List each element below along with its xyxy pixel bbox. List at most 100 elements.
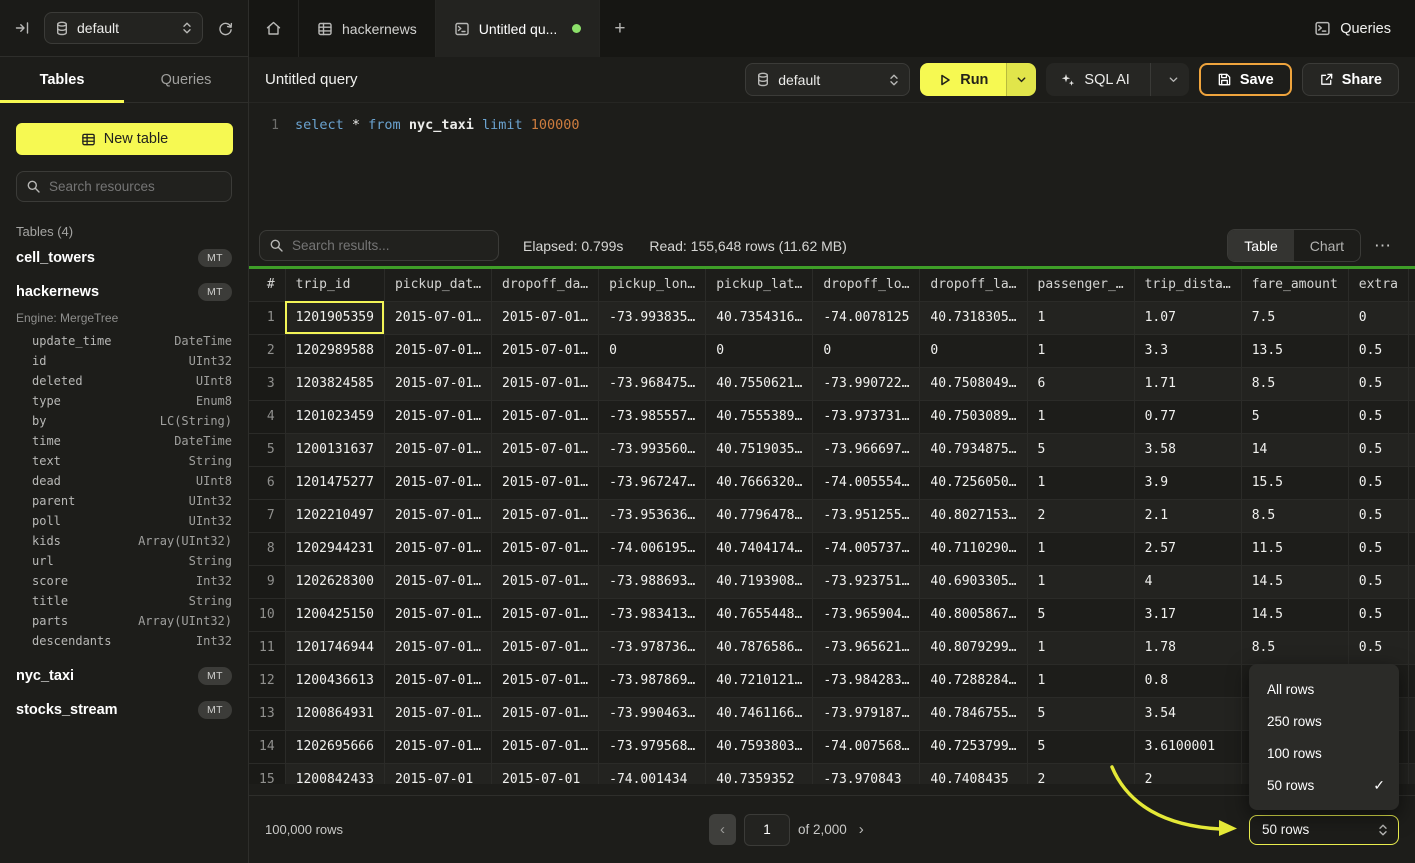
table-cell[interactable]: 2015-07-01…: [384, 334, 491, 367]
table-cell[interactable]: 2015-07-01…: [384, 565, 491, 598]
more-options-button[interactable]: ⋯: [1367, 236, 1399, 256]
table-cell[interactable]: -74.0078125: [813, 301, 920, 334]
table-cell[interactable]: -73.993835…: [599, 301, 706, 334]
table-cell[interactable]: -73.973731…: [813, 400, 920, 433]
column-header[interactable]: dropoff_la…: [920, 269, 1027, 301]
table-cell[interactable]: 14.5: [1241, 565, 1348, 598]
table-cell[interactable]: 3.54: [1134, 697, 1241, 730]
table-cell[interactable]: -74.005554…: [813, 466, 920, 499]
table-cell[interactable]: 2015-07-01…: [492, 433, 599, 466]
table-cell[interactable]: 2015-07-01…: [384, 697, 491, 730]
table-cell[interactable]: 5: [1027, 433, 1134, 466]
table-cell[interactable]: 1: [1027, 664, 1134, 697]
sql-ai-button[interactable]: SQL AI: [1046, 63, 1188, 96]
save-button[interactable]: Save: [1199, 63, 1292, 96]
table-cell[interactable]: -73.953636…: [599, 499, 706, 532]
table-cell[interactable]: 2015-07-01…: [492, 499, 599, 532]
table-cell[interactable]: -73.970843: [813, 763, 920, 784]
table-cell[interactable]: 1: [1027, 334, 1134, 367]
table-cell[interactable]: 2015-07-01…: [492, 466, 599, 499]
table-cell[interactable]: 1202989588: [285, 334, 384, 367]
sidebar-tab-queries[interactable]: Queries: [124, 57, 248, 102]
sidebar-table-cell-towers[interactable]: cell_towers MT: [16, 241, 232, 275]
table-cell[interactable]: 1202944231: [285, 532, 384, 565]
table-cell[interactable]: 0: [920, 334, 1027, 367]
table-cell[interactable]: 1: [1408, 334, 1415, 367]
table-cell[interactable]: 1: [1408, 367, 1415, 400]
table-cell[interactable]: [1408, 763, 1415, 784]
table-cell[interactable]: -73.967247…: [599, 466, 706, 499]
column-header[interactable]: #: [249, 269, 285, 301]
table-cell[interactable]: 0: [1408, 499, 1415, 532]
table-cell[interactable]: 0.5: [1348, 499, 1408, 532]
table-cell[interactable]: 40.7519035…: [706, 433, 813, 466]
table-cell[interactable]: -73.951255…: [813, 499, 920, 532]
table-cell[interactable]: 1: [1027, 565, 1134, 598]
run-options-button[interactable]: [1006, 63, 1036, 96]
table-cell[interactable]: 40.7593803…: [706, 730, 813, 763]
table-cell[interactable]: 0: [1408, 466, 1415, 499]
table-cell[interactable]: 2015-07-01…: [384, 400, 491, 433]
table-cell[interactable]: [1408, 664, 1415, 697]
table-cell[interactable]: 2.1: [1134, 499, 1241, 532]
table-cell[interactable]: 40.7555389…: [706, 400, 813, 433]
table-cell[interactable]: 0.5: [1348, 466, 1408, 499]
column-header[interactable]: dropoff_da…: [492, 269, 599, 301]
column-header[interactable]: pickup_lon…: [599, 269, 706, 301]
column-header[interactable]: pickup_lat…: [706, 269, 813, 301]
tab-home[interactable]: [249, 0, 299, 57]
page-number-input[interactable]: [744, 814, 790, 846]
page-size-option[interactable]: 100 rows: [1249, 737, 1399, 769]
table-cell[interactable]: 0.5: [1348, 334, 1408, 367]
table-cell[interactable]: 0: [1408, 433, 1415, 466]
table-cell[interactable]: 0.77: [1134, 400, 1241, 433]
sidebar-tab-tables[interactable]: Tables: [0, 57, 124, 102]
table-cell[interactable]: 13.5: [1241, 334, 1348, 367]
table-cell[interactable]: 40.7318305…: [920, 301, 1027, 334]
table-cell[interactable]: 2015-07-01…: [384, 499, 491, 532]
queries-button[interactable]: Queries: [1314, 20, 1391, 37]
table-cell[interactable]: -73.979568…: [599, 730, 706, 763]
table-cell[interactable]: -73.993560…: [599, 433, 706, 466]
table-cell[interactable]: -73.978736…: [599, 631, 706, 664]
table-cell[interactable]: 0: [599, 334, 706, 367]
table-cell[interactable]: 0: [1348, 301, 1408, 334]
table-cell[interactable]: 1201475277: [285, 466, 384, 499]
page-size-option[interactable]: All rows: [1249, 673, 1399, 705]
table-cell[interactable]: 40.7655448…: [706, 598, 813, 631]
column-header[interactable]: t: [1408, 269, 1415, 301]
table-cell[interactable]: 2: [1134, 763, 1241, 784]
table-cell[interactable]: 2015-07-01…: [492, 598, 599, 631]
table-cell[interactable]: -73.965621…: [813, 631, 920, 664]
table-cell[interactable]: 3: [1408, 598, 1415, 631]
table-cell[interactable]: 40.7110290…: [920, 532, 1027, 565]
table-cell[interactable]: 2015-07-01…: [384, 730, 491, 763]
table-cell[interactable]: -73.968475…: [599, 367, 706, 400]
table-cell[interactable]: 2015-07-01…: [384, 301, 491, 334]
table-cell[interactable]: -74.001434: [599, 763, 706, 784]
table-cell[interactable]: 40.8005867…: [920, 598, 1027, 631]
table-cell[interactable]: 0.5: [1348, 367, 1408, 400]
table-cell[interactable]: -73.966697…: [813, 433, 920, 466]
table-cell[interactable]: -73.984283…: [813, 664, 920, 697]
table-cell[interactable]: 1202210497: [285, 499, 384, 532]
table-cell[interactable]: 0.5: [1348, 631, 1408, 664]
table-cell[interactable]: 0.5: [1348, 532, 1408, 565]
table-cell[interactable]: 1200425150: [285, 598, 384, 631]
column-header[interactable]: dropoff_lo…: [813, 269, 920, 301]
share-button[interactable]: Share: [1302, 63, 1399, 96]
table-cell[interactable]: -74.005737…: [813, 532, 920, 565]
table-cell[interactable]: 2015-07-01…: [384, 664, 491, 697]
table-cell[interactable]: 0: [813, 334, 920, 367]
table-cell[interactable]: 2015-07-01: [384, 763, 491, 784]
tab-untitled-query[interactable]: Untitled qu...: [436, 0, 601, 57]
resource-search-input[interactable]: [16, 171, 232, 202]
table-cell[interactable]: 1201023459: [285, 400, 384, 433]
table-cell[interactable]: -74.007568…: [813, 730, 920, 763]
database-selector[interactable]: default: [44, 12, 203, 44]
table-cell[interactable]: 40.7461166…: [706, 697, 813, 730]
new-tab-button[interactable]: +: [600, 0, 639, 57]
table-cell[interactable]: -73.987869…: [599, 664, 706, 697]
table-cell[interactable]: -73.923751…: [813, 565, 920, 598]
table-cell[interactable]: 0.5: [1348, 433, 1408, 466]
